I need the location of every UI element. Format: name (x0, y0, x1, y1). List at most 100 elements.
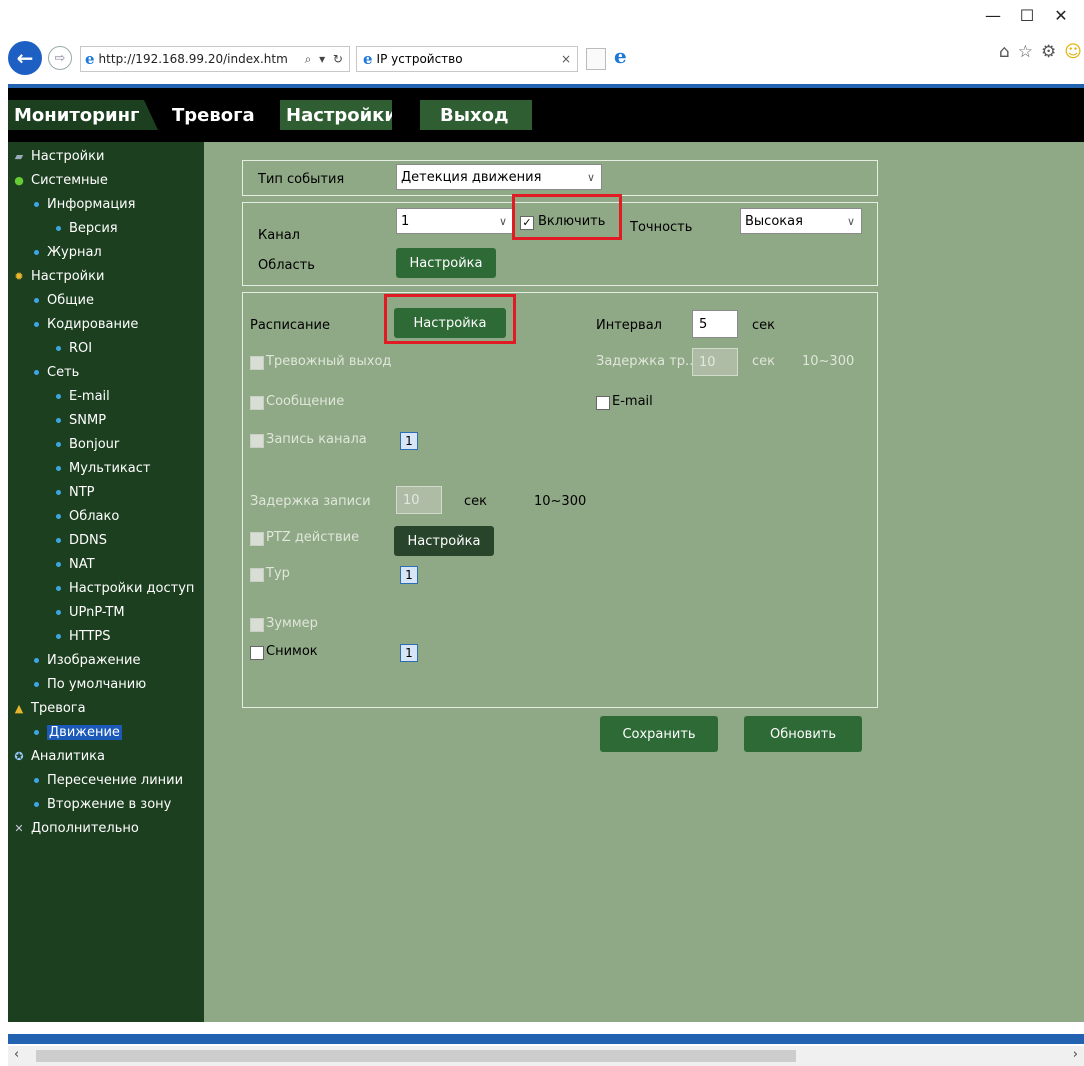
sidebar-item-advanced[interactable]: ✕ Дополнительно (8, 816, 204, 840)
delay-unit: сек (752, 354, 775, 369)
sidebar-item-label: Общие (47, 292, 94, 308)
highlight-schedule (384, 294, 516, 344)
delay-range: 10~300 (802, 354, 855, 369)
sidebar-item-bonjour[interactable]: Bonjour (8, 432, 204, 456)
tab-settings[interactable]: Настройки (280, 100, 392, 130)
sidebar-item-label: Облако (69, 508, 120, 524)
sidebar-item-network[interactable]: Сеть (8, 360, 204, 384)
tools-icon: ✕ (14, 821, 24, 835)
sidebar-item-https[interactable]: HTTPS (8, 624, 204, 648)
message-checkbox[interactable] (250, 396, 264, 410)
buzzer-checkbox[interactable] (250, 618, 264, 632)
maximize-button[interactable]: ☐ (1010, 4, 1044, 26)
record-delay-input[interactable]: 10 (396, 486, 442, 514)
browser-tab[interactable]: e IP устройство × (356, 46, 578, 72)
sidebar-item-defaults[interactable]: По умолчанию (8, 672, 204, 696)
app: Мониторинг Тревога Настройки Выход ▰ Наст… (8, 88, 1084, 1046)
channel-select[interactable]: 1 ∨ (396, 208, 514, 234)
ptz-setup-button[interactable]: Настройка (394, 526, 494, 556)
sidebar-item-roi[interactable]: ROI (8, 336, 204, 360)
sidebar-item-snmp[interactable]: SNMP (8, 408, 204, 432)
alarm-out-checkbox[interactable] (250, 356, 264, 370)
sidebar-item-encoding[interactable]: Кодирование (8, 312, 204, 336)
delay-input[interactable]: 10 (692, 348, 738, 376)
tour-chip[interactable]: 1 (400, 566, 418, 584)
new-tab-button[interactable] (586, 48, 606, 70)
sidebar-item-ntp[interactable]: NTP (8, 480, 204, 504)
tab-close-icon[interactable]: × (561, 52, 577, 66)
sidebar-item-settings[interactable]: ✹ Настройки (8, 264, 204, 288)
sidebar-item-motion[interactable]: Движение (8, 720, 204, 744)
sidebar-item-settings-root[interactable]: ▰ Настройки (8, 144, 204, 168)
ptz-checkbox[interactable] (250, 532, 264, 546)
email-checkbox[interactable] (596, 396, 610, 410)
close-window-button[interactable]: ✕ (1044, 4, 1078, 26)
record-channel-label: Запись канала (266, 432, 367, 447)
sidebar-item-cloud[interactable]: Облако (8, 504, 204, 528)
sidebar-item-label: SNMP (69, 412, 107, 428)
sidebar-item-general[interactable]: Общие (8, 288, 204, 312)
sidebar-item-image[interactable]: Изображение (8, 648, 204, 672)
tab-monitoring[interactable]: Мониторинг (8, 100, 158, 130)
sidebar-item-upnp-tm[interactable]: UPnP-TM (8, 600, 204, 624)
accuracy-label: Точность (630, 220, 693, 235)
record-channel-chip[interactable]: 1 (400, 432, 418, 450)
horizontal-scrollbar[interactable]: ‹ › (8, 1046, 1084, 1066)
home-icon[interactable]: ⌂ (999, 42, 1010, 62)
tab-favicon-icon: e (363, 50, 373, 68)
window-controls: — ☐ ✕ (976, 4, 1078, 26)
area-setup-button[interactable]: Настройка (396, 248, 496, 278)
minimize-button[interactable]: — (976, 4, 1010, 26)
refresh-button[interactable]: Обновить (744, 716, 862, 752)
record-channel-checkbox[interactable] (250, 434, 264, 448)
save-button[interactable]: Сохранить (600, 716, 718, 752)
sidebar-item-nat[interactable]: NAT (8, 552, 204, 576)
snapshot-checkbox[interactable] (250, 646, 264, 660)
sidebar-item-label: Вторжение в зону (47, 796, 172, 812)
sidebar-item-label: Информация (47, 196, 136, 212)
snapshot-label: Снимок (266, 644, 318, 659)
sidebar-item-analytics[interactable]: ✪ Аналитика (8, 744, 204, 768)
scrollbar-thumb[interactable] (36, 1050, 796, 1062)
sidebar-item-email[interactable]: E-mail (8, 384, 204, 408)
search-refresh-icon[interactable]: ⌕ ▾ ↻ (305, 52, 349, 67)
sidebar-item-zone-intrusion[interactable]: Вторжение в зону (8, 792, 204, 816)
sidebar-item-version[interactable]: Версия (8, 216, 204, 240)
tab-exit[interactable]: Выход (420, 100, 532, 130)
sidebar-item-label: Версия (69, 220, 118, 236)
sidebar: ▰ Настройки ● Системные Информация Версия … (8, 142, 204, 1022)
forward-button[interactable]: ⇨ (48, 46, 72, 70)
sidebar-item-log[interactable]: Журнал (8, 240, 204, 264)
sidebar-item-info[interactable]: Информация (8, 192, 204, 216)
event-type-select[interactable]: Детекция движения ∨ (396, 164, 602, 190)
sidebar-item-label: Движение (47, 724, 122, 740)
sidebar-item-alarm[interactable]: ▲ Тревога (8, 696, 204, 720)
scroll-left-icon[interactable]: ‹ (14, 1047, 19, 1062)
sidebar-item-label: Аналитика (31, 748, 105, 764)
sidebar-item-label: По умолчанию (47, 676, 147, 692)
sidebar-item-line-crossing[interactable]: Пересечение линии (8, 768, 204, 792)
address-bar[interactable]: e http://192.168.99.20/index.htm ⌕ ▾ ↻ (80, 46, 350, 72)
sidebar-item-label: Настройки (31, 268, 105, 284)
record-delay-unit: сек (464, 494, 487, 509)
sidebar-item-multicast[interactable]: Мультикаст (8, 456, 204, 480)
star-icon[interactable]: ☆ (1018, 42, 1033, 62)
scroll-right-icon[interactable]: › (1073, 1047, 1078, 1062)
interval-input[interactable]: 5 (692, 310, 738, 338)
sidebar-item-label: Дополнительно (31, 820, 139, 836)
bell-icon: ▲ (14, 701, 24, 715)
sidebar-item-access-settings[interactable]: Настройки доступ (8, 576, 204, 600)
ie-browser-icon[interactable]: e (614, 44, 627, 68)
accuracy-select[interactable]: Высокая ∨ (740, 208, 862, 234)
sidebar-item-system[interactable]: ● Системные (8, 168, 204, 192)
sidebar-item-label: NTP (69, 484, 95, 500)
sidebar-item-ddns[interactable]: DDNS (8, 528, 204, 552)
sidebar-item-label: Сеть (47, 364, 80, 380)
back-button[interactable]: ← (8, 41, 42, 75)
smiley-icon[interactable]: ☺ (1064, 42, 1082, 62)
interval-unit: сек (752, 318, 775, 333)
snapshot-chip[interactable]: 1 (400, 644, 418, 662)
gear-icon[interactable]: ⚙ (1041, 42, 1056, 62)
tab-alarm[interactable]: Тревога (166, 100, 256, 130)
tour-checkbox[interactable] (250, 568, 264, 582)
